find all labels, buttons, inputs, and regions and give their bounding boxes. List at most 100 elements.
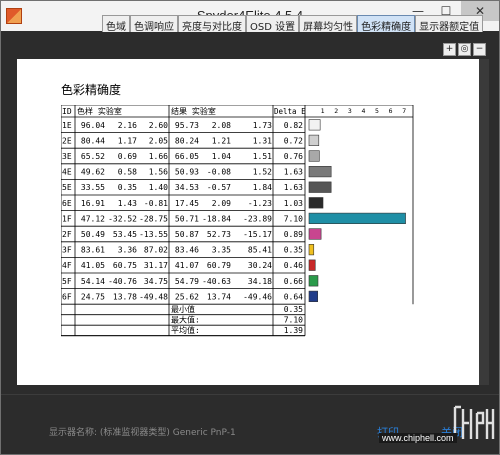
result-b-value: -1.23 xyxy=(248,199,272,208)
result-l-value: 50.87 xyxy=(175,230,199,239)
target-b-value: -49.48 xyxy=(139,292,168,301)
delta-e-value: 0.46 xyxy=(284,261,303,270)
app-window: Spyder4Elite 4.5.4 — ☐ ✕ 色域色调响应亮度与对比度OSD… xyxy=(0,0,500,455)
footer-divider xyxy=(1,394,499,395)
chiphell-watermark-logo xyxy=(453,405,495,441)
target-l-value: 83.61 xyxy=(81,246,105,255)
delta-e-value: 1.63 xyxy=(284,183,303,192)
result-l-value: 66.05 xyxy=(175,152,199,161)
delta-e-value: 1.63 xyxy=(284,168,303,177)
scale-tick-label: 4 xyxy=(361,107,365,115)
scale-tick-label: 3 xyxy=(348,107,352,115)
target-b-value: 1.66 xyxy=(149,152,168,161)
target-l-value: 80.44 xyxy=(81,136,105,145)
scale-tick-label: 6 xyxy=(389,107,393,115)
zoom-in-icon[interactable]: + xyxy=(443,43,456,56)
delta-e-bar xyxy=(308,212,406,224)
scale-tick-label: 2 xyxy=(334,107,338,115)
delta-e-value: 0.89 xyxy=(284,230,303,239)
target-a-value: 3.36 xyxy=(118,246,137,255)
delta-e-bar xyxy=(308,119,321,131)
result-b-value: -15.17 xyxy=(243,230,272,239)
row-id: 3E xyxy=(62,152,72,161)
target-l-value: 50.49 xyxy=(81,230,105,239)
color-accuracy-chart: ID 色样 实验室 结果 实验室 Delta E 1 2 3 4 5 6 7 1E 96.04 2.16 2… xyxy=(61,105,414,337)
result-a-value: -18.84 xyxy=(202,214,231,223)
row-id: 6E xyxy=(62,199,72,208)
tab-3[interactable]: OSD 设置 xyxy=(246,15,300,33)
scale-tick-label: 5 xyxy=(375,107,379,115)
target-l-value: 47.12 xyxy=(81,214,105,223)
target-b-value: 87.02 xyxy=(144,246,168,255)
target-a-value: 0.69 xyxy=(118,152,137,161)
header-target: 色样 实验室 xyxy=(77,106,122,116)
report-page: 色彩精确度 ID 色样 实验室 结果 实验室 Delta E 1 2 3 4 5 6 7 1E 96.0… xyxy=(17,59,479,385)
row-id: 1F xyxy=(62,214,72,223)
delta-e-bar xyxy=(308,275,319,287)
row-id: 5F xyxy=(62,277,72,286)
result-l-value: 54.79 xyxy=(175,277,199,286)
result-a-value: 2.08 xyxy=(212,121,231,130)
result-l-value: 83.46 xyxy=(175,246,199,255)
delta-e-bar xyxy=(308,290,319,303)
header-id: ID xyxy=(62,107,72,116)
row-id: 3F xyxy=(62,246,72,255)
row-id: 4F xyxy=(62,261,72,270)
tab-6[interactable]: 显示器额定值 xyxy=(415,15,484,33)
target-a-value: 60.75 xyxy=(113,261,137,270)
row-id: 6F xyxy=(62,292,72,301)
tab-4[interactable]: 屏幕均匀性 xyxy=(299,15,358,33)
tab-1[interactable]: 色调响应 xyxy=(130,15,178,33)
target-a-value: 13.78 xyxy=(113,292,137,301)
target-b-value: 2.60 xyxy=(149,121,168,130)
row-id: 2E xyxy=(62,136,72,145)
delta-e-bar xyxy=(308,228,322,240)
display-name-label: 显示器名称: (标准监视器类型) Generic PnP-1 xyxy=(49,428,236,438)
result-a-value: 52.73 xyxy=(207,230,231,239)
report-title: 色彩精确度 xyxy=(61,83,122,97)
result-b-value: -49.46 xyxy=(243,292,272,301)
header-result: 结果 实验室 xyxy=(171,106,216,116)
tab-5[interactable]: 色彩精确度 xyxy=(357,15,416,33)
result-b-value: 85.41 xyxy=(248,246,272,255)
delta-e-bar xyxy=(308,244,315,256)
summary-label: 平均值: xyxy=(171,325,200,335)
delta-e-value: 7.10 xyxy=(284,214,303,223)
target-l-value: 24.75 xyxy=(81,292,105,301)
result-l-value: 50.71 xyxy=(175,214,199,223)
result-b-value: 1.84 xyxy=(253,183,272,192)
target-b-value: 31.17 xyxy=(144,261,168,270)
target-a-value: -32.52 xyxy=(108,214,137,223)
result-l-value: 80.24 xyxy=(175,136,199,145)
zoom-toolbar: + ◎ − xyxy=(443,43,486,56)
target-l-value: 96.04 xyxy=(81,121,105,130)
target-l-value: 41.05 xyxy=(81,261,105,270)
zoom-out-icon[interactable]: − xyxy=(473,43,486,56)
target-a-value: 0.35 xyxy=(118,183,137,192)
result-l-value: 41.07 xyxy=(175,261,199,270)
result-b-value: 1.31 xyxy=(253,136,272,145)
delta-e-bar xyxy=(308,259,316,271)
target-a-value: 53.45 xyxy=(113,230,137,239)
report-scrollbar[interactable] xyxy=(479,59,489,385)
target-b-value: -13.55 xyxy=(139,230,168,239)
row-id: 2F xyxy=(62,230,72,239)
delta-e-bar xyxy=(308,150,320,162)
result-l-value: 50.93 xyxy=(175,168,199,177)
zoom-fit-icon[interactable]: ◎ xyxy=(458,43,471,56)
target-b-value: 1.56 xyxy=(149,168,168,177)
result-a-value: -0.57 xyxy=(207,183,231,192)
delta-e-value: 0.82 xyxy=(284,121,303,130)
row-id: 5E xyxy=(62,183,72,192)
result-b-value: 1.51 xyxy=(253,152,272,161)
scale-tick-label: 1 xyxy=(321,107,325,115)
result-a-value: 2.09 xyxy=(212,199,231,208)
target-b-value: 2.05 xyxy=(149,136,168,145)
result-b-value: 30.24 xyxy=(248,261,272,270)
tab-0[interactable]: 色域 xyxy=(102,15,130,33)
target-b-value: -28.75 xyxy=(139,214,168,223)
delta-e-value: 0.76 xyxy=(284,152,303,161)
result-a-value: 1.21 xyxy=(212,136,231,145)
tab-2[interactable]: 亮度与对比度 xyxy=(178,15,246,33)
target-a-value: 1.17 xyxy=(118,136,137,145)
